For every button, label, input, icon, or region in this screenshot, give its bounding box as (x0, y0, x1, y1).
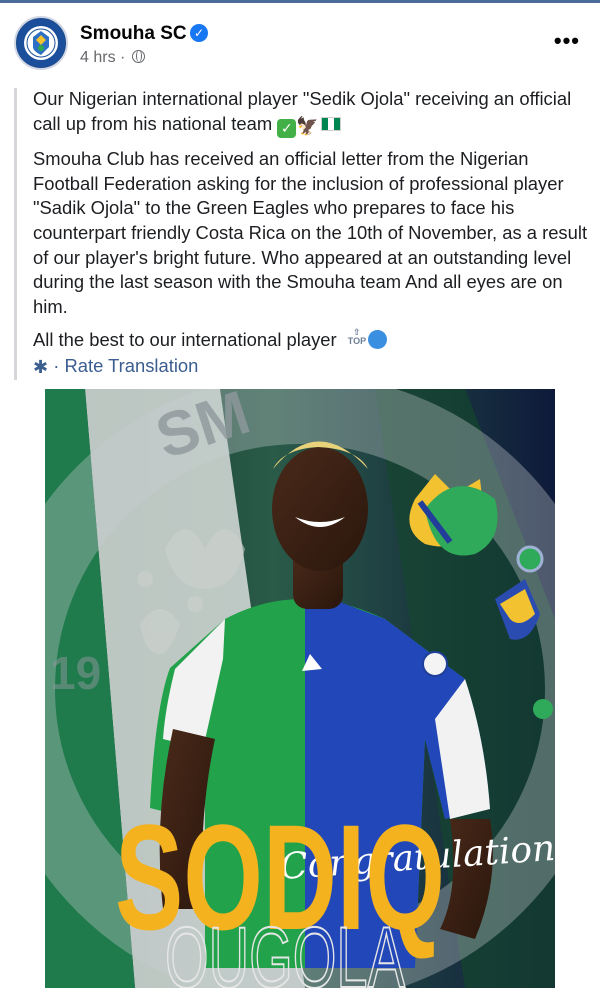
gear-icon[interactable]: ✱ (33, 357, 48, 378)
paragraph-2: Smouha Club has received an official let… (33, 148, 588, 317)
top-arrow-label: TOP (347, 336, 367, 347)
player-last-name: OUGOLA (165, 910, 405, 988)
paragraph-3-text: All the best to our international player (33, 329, 337, 351)
post-header: Smouha SC ✓ 4 hrs · ••• (14, 14, 586, 72)
poster-artwork: SM 19 Congratulations SODIQ OUGOLA (45, 389, 555, 988)
page-avatar[interactable] (14, 16, 68, 70)
paragraph-1: Our Nigerian international player "Sedik… (33, 87, 588, 138)
check-mark-icon: ✓ (277, 118, 297, 138)
meta-separator: · (120, 49, 126, 66)
page-name[interactable]: Smouha SC (80, 23, 187, 45)
post-photo[interactable]: SM 19 Congratulations SODIQ OUGOLA (45, 389, 555, 988)
verified-badge-icon: ✓ (190, 24, 208, 42)
eagle-icon: 🦅 (296, 115, 319, 136)
post-text: Our Nigerian international player "Sedik… (33, 87, 588, 362)
paragraph-3: All the best to our international player… (33, 328, 588, 353)
post-time[interactable]: 4 hrs (80, 49, 116, 66)
rate-translation-link[interactable]: Rate Translation (64, 355, 198, 376)
blue-circle-icon (368, 330, 388, 350)
globe-icon[interactable] (131, 50, 145, 63)
top-border (0, 0, 600, 3)
top-arrow-icon: ⇧ TOP (348, 328, 366, 346)
svg-text:19: 19 (50, 647, 101, 699)
post-meta: 4 hrs · (80, 49, 145, 67)
more-options-button[interactable]: ••• (554, 28, 580, 54)
rate-separator: · (53, 355, 60, 376)
nigeria-flag-icon (320, 116, 341, 131)
translation-quote-bar (14, 88, 17, 380)
rate-translation-row: ✱ · Rate Translation (33, 355, 198, 378)
